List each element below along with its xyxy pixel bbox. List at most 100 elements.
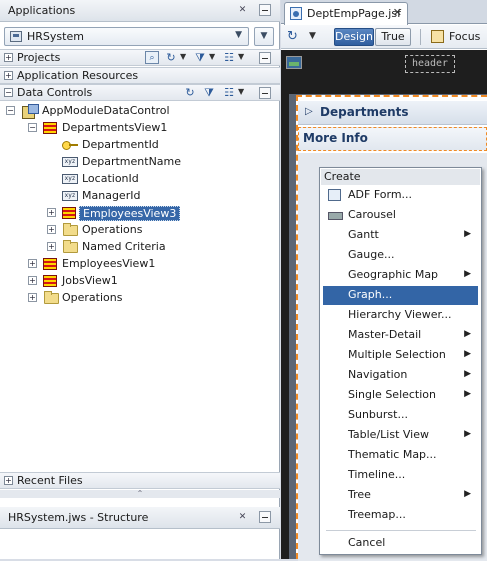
- tree-node-label: DepartmentId: [82, 138, 159, 151]
- focus-button[interactable]: Focus: [449, 30, 480, 43]
- close-icon[interactable]: ✕: [237, 512, 248, 523]
- menu-item-tree[interactable]: Tree ▶: [323, 486, 478, 505]
- view-object-icon: [43, 258, 57, 270]
- menu-item-treemap[interactable]: Treemap...: [323, 506, 478, 525]
- menu-item-navigation[interactable]: Navigation ▶: [323, 366, 478, 385]
- menu-item-geographic-map[interactable]: Geographic Map ▶: [323, 266, 478, 285]
- header-placeholder[interactable]: header: [405, 55, 455, 73]
- minimize-icon[interactable]: [259, 87, 271, 99]
- search-icon[interactable]: ⌕: [145, 51, 159, 64]
- splitter-handle[interactable]: ⌃: [0, 490, 280, 498]
- filter-icon[interactable]: ⧩: [193, 51, 207, 64]
- minimize-icon[interactable]: [259, 52, 271, 64]
- true-button[interactable]: True: [375, 28, 411, 46]
- refresh-icon[interactable]: ↻: [287, 29, 298, 44]
- focus-icon[interactable]: [431, 30, 444, 43]
- refresh-icon[interactable]: ↻: [164, 51, 178, 64]
- minimize-icon[interactable]: [259, 511, 271, 523]
- departments-panel-header[interactable]: ▷ Departments: [298, 101, 487, 125]
- tab-dept-emp-page[interactable]: DeptEmpPage.jsf ✕: [284, 2, 408, 25]
- expand-icon[interactable]: +: [4, 71, 13, 80]
- menu-item-graph[interactable]: Graph...: [323, 286, 478, 305]
- create-context-menu: Create ADF Form... Carousel Gantt ▶ Gaug…: [319, 167, 482, 555]
- tree-node-location-id[interactable]: xyz LocationId: [0, 171, 270, 187]
- tree-node-named-criteria[interactable]: + Named Criteria: [0, 239, 270, 255]
- application-select[interactable]: HRSystem ▼: [4, 27, 249, 46]
- chevron-right-icon[interactable]: ▷: [305, 106, 313, 117]
- menu-item-hierarchy-viewer[interactable]: Hierarchy Viewer...: [323, 306, 478, 325]
- menu-item-master-detail[interactable]: Master-Detail ▶: [323, 326, 478, 345]
- expand-icon[interactable]: +: [47, 225, 56, 234]
- expand-icon[interactable]: +: [47, 208, 56, 217]
- menu-item-carousel[interactable]: Carousel: [323, 206, 478, 225]
- view-object-icon: [43, 122, 57, 134]
- application-resources-accordion[interactable]: + Application Resources: [0, 67, 280, 84]
- expand-icon[interactable]: +: [28, 259, 37, 268]
- close-tab-icon[interactable]: ✕: [393, 6, 402, 19]
- menu-item-label: Graph...: [348, 288, 393, 301]
- expand-icon[interactable]: +: [47, 242, 56, 251]
- menu-separator: [326, 530, 476, 531]
- application-menu-button[interactable]: ▼: [254, 27, 274, 46]
- image-placeholder-icon[interactable]: [286, 56, 302, 69]
- tree-node-label: DepartmentName: [82, 155, 182, 168]
- expand-icon[interactable]: +: [28, 293, 37, 302]
- expand-icon[interactable]: +: [4, 476, 13, 485]
- data-controls-accordion[interactable]: − Data Controls ↻ ⧩ ☷ ▼: [0, 84, 280, 101]
- recent-files-accordion[interactable]: + Recent Files: [0, 472, 280, 489]
- form-icon: [328, 189, 341, 201]
- collapse-icon[interactable]: −: [6, 106, 15, 115]
- filter-icon[interactable]: ⧩: [202, 86, 216, 99]
- tab-label: DeptEmpPage.jsf: [307, 7, 401, 20]
- tree-node-label-selected: EmployeesView3: [79, 206, 181, 221]
- data-control-icon: [22, 104, 39, 119]
- tree-node-department-name[interactable]: xyz DepartmentName: [0, 154, 270, 170]
- expand-icon[interactable]: +: [28, 276, 37, 285]
- design-button[interactable]: Design: [334, 28, 374, 46]
- menu-item-label: Cancel: [348, 536, 386, 549]
- menu-item-gauge[interactable]: Gauge...: [323, 246, 478, 265]
- view-object-icon: [43, 275, 57, 287]
- more-info-panel-header[interactable]: More Info: [298, 127, 487, 151]
- chevron-down-icon[interactable]: ▼: [180, 52, 186, 61]
- tree-node-departments-view[interactable]: − DepartmentsView1: [0, 120, 270, 136]
- menu-item-cancel[interactable]: Cancel: [323, 534, 478, 553]
- minimize-icon[interactable]: [259, 4, 271, 16]
- tree-node-manager-id[interactable]: xyz ManagerId: [0, 188, 270, 204]
- tree-node-department-id[interactable]: DepartmentId: [0, 137, 270, 153]
- tree-options-icon[interactable]: ☷: [222, 51, 236, 64]
- close-icon[interactable]: ✕: [237, 5, 248, 16]
- menu-item-gantt[interactable]: Gantt ▶: [323, 226, 478, 245]
- chevron-down-icon[interactable]: ▼: [238, 87, 244, 96]
- menu-item-table-list-view[interactable]: Table/List View ▶: [323, 426, 478, 445]
- collapse-icon[interactable]: −: [28, 123, 37, 132]
- menu-item-label: Tree: [348, 488, 371, 501]
- tree-node-root[interactable]: − AppModuleDataControl: [0, 103, 270, 119]
- tree-node-jobs-view1[interactable]: + JobsView1: [0, 273, 270, 289]
- refresh-icon[interactable]: ↻: [183, 86, 197, 99]
- menu-item-timeline[interactable]: Timeline...: [323, 466, 478, 485]
- tree-node-employees-view3[interactable]: + EmployeesView3: [0, 205, 270, 221]
- menu-item-label: Single Selection: [348, 388, 437, 401]
- tree-node-employees-view1[interactable]: + EmployeesView1: [0, 256, 270, 272]
- tree-node-operations[interactable]: + Operations: [0, 222, 270, 238]
- chevron-down-icon[interactable]: ▼: [209, 52, 215, 61]
- menu-item-multiple-selection[interactable]: Multiple Selection ▶: [323, 346, 478, 365]
- chevron-down-icon[interactable]: ▼: [238, 52, 244, 61]
- menu-item-single-selection[interactable]: Single Selection ▶: [323, 386, 478, 405]
- menu-item-label: Sunburst...: [348, 408, 408, 421]
- chevron-down-icon[interactable]: ▼: [309, 31, 316, 41]
- tree-options-icon[interactable]: ☷: [222, 86, 236, 99]
- left-panel: Applications ✕ HRSystem ▼ ▼ + Projects ⌕…: [0, 0, 280, 559]
- projects-accordion[interactable]: + Projects ⌕ ↻ ▼ ⧩ ▼ ☷ ▼: [0, 49, 280, 66]
- submenu-arrow-icon: ▶: [464, 389, 471, 399]
- tree-node-label: DepartmentsView1: [62, 121, 168, 134]
- editor-tabbar: DeptEmpPage.jsf ✕: [281, 0, 487, 25]
- menu-item-label: Gantt: [348, 228, 379, 241]
- collapse-icon[interactable]: −: [4, 88, 13, 97]
- menu-item-thematic-map[interactable]: Thematic Map...: [323, 446, 478, 465]
- expand-icon[interactable]: +: [4, 53, 13, 62]
- menu-item-adf-form[interactable]: ADF Form...: [323, 186, 478, 205]
- tree-node-root-operations[interactable]: + Operations: [0, 290, 270, 306]
- menu-item-sunburst[interactable]: Sunburst...: [323, 406, 478, 425]
